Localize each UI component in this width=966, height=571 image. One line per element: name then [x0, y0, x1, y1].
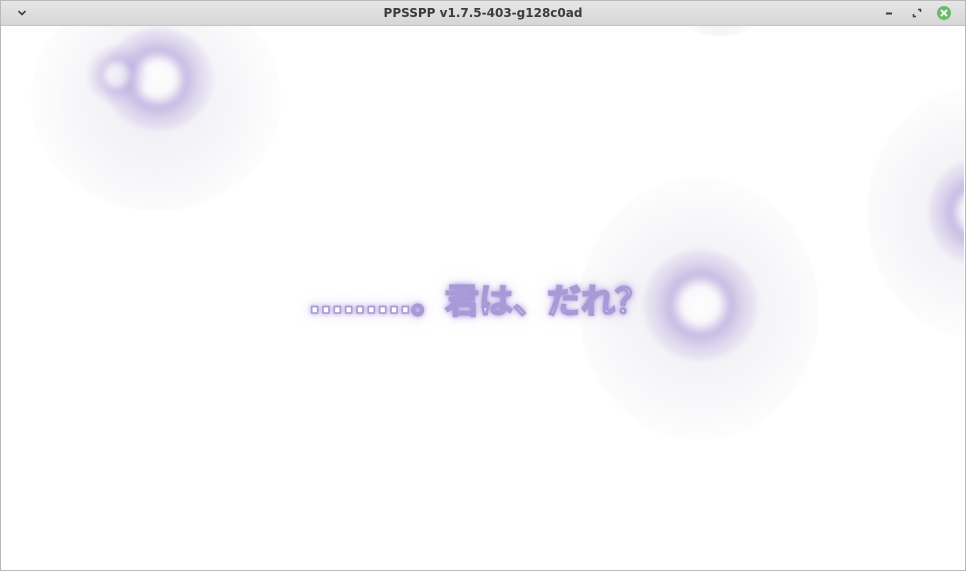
title-bar[interactable]: PPSSPP v1.7.5-403-g128c0ad	[1, 1, 965, 26]
bubble-orb-top-left-small	[87, 46, 147, 104]
minimize-icon[interactable]	[881, 5, 897, 21]
close-icon[interactable]	[936, 5, 952, 21]
dialogue-text: ………。君は、だれ？	[308, 281, 650, 323]
bubble-orb-center	[643, 250, 758, 360]
game-screen[interactable]: ………。君は、だれ？	[3, 26, 964, 569]
bubble-halo-top-edge	[675, 26, 765, 36]
maximize-icon[interactable]	[909, 5, 925, 21]
emulator-window: PPSSPP v1.7.5-403-g128c0ad ………。君は、だれ？	[0, 0, 966, 571]
window-title: PPSSPP v1.7.5-403-g128c0ad	[383, 6, 583, 20]
chevron-down-icon[interactable]	[14, 5, 30, 21]
